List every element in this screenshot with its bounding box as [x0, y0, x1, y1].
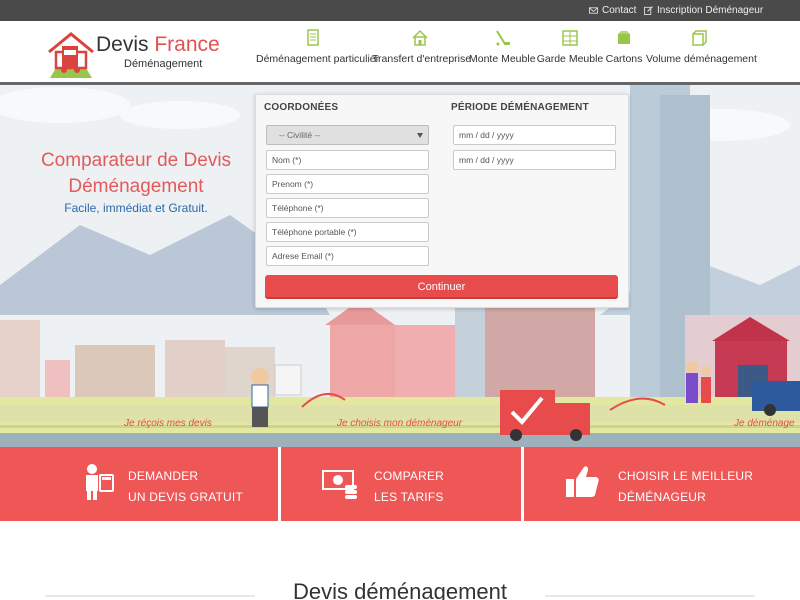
feature-text: COMPARER LES TARIFS	[374, 469, 445, 504]
inscription-label: Inscription Déménageur	[657, 5, 764, 16]
hero: Comparateur de Devis Déménagement Facile…	[0, 85, 800, 447]
nav-demenagement-particulier[interactable]: Déménagement particulier	[256, 27, 380, 67]
header: Devis France Déménagement Déménagement p…	[0, 21, 800, 83]
hero-subtitle: Facile, immédiat et Gratuit.	[64, 201, 208, 215]
top-bar: Contact Inscription Déménageur	[0, 0, 800, 21]
nav-label: Transfert d'entreprise	[372, 53, 472, 65]
logo-title-devis: Devis	[96, 33, 155, 56]
feature-choisir-demenageur[interactable]: CHOISIR LE MEILLEUR DÉMÉNAGEUR	[524, 447, 800, 521]
nav-monte-meuble[interactable]: Monte Meuble	[469, 27, 536, 67]
periode-heading: PÉRIODE DÉMÉNAGEMENT	[451, 102, 589, 113]
feature-demander-devis[interactable]: DEMANDER UN DEVIS GRATUIT	[0, 447, 278, 521]
telephone-portable-input[interactable]: Téléphone portable (*)	[266, 222, 429, 242]
nav-cartons[interactable]: Cartons	[604, 27, 644, 67]
coordonnees-heading: COORDONÉES	[264, 102, 339, 113]
house-icon	[412, 29, 428, 46]
storage-icon	[562, 30, 578, 46]
civility-value: -- Civilité --	[279, 130, 321, 140]
email-input[interactable]: Adrese Email (*)	[266, 246, 429, 266]
date-end-input[interactable]: mm / dd / yyyy	[453, 150, 616, 170]
lift-icon	[496, 30, 510, 46]
prenom-input[interactable]: Prenom (*)	[266, 174, 429, 194]
road-text-choisis: Je choisis mon déménageur	[337, 418, 463, 429]
nav-transfert-entreprise[interactable]: Transfert d'entreprise	[372, 27, 472, 67]
contact-label: Contact	[602, 5, 637, 16]
nav-label: Déménagement particulier	[256, 53, 380, 65]
logo-title: Devis France	[96, 33, 220, 57]
civility-select[interactable]: -- Civilité --	[266, 125, 429, 145]
money-icon	[322, 470, 357, 499]
feature-comparer-tarifs[interactable]: COMPARER LES TARIFS	[281, 447, 521, 521]
quote-form: COORDONÉES PÉRIODE DÉMÉNAGEMENT -- Civil…	[255, 94, 629, 308]
logo-subtitle: Déménagement	[124, 58, 203, 70]
chevron-down-icon	[417, 133, 423, 138]
cube-icon	[692, 30, 707, 46]
document-icon	[307, 29, 319, 46]
logo-title-france: France	[154, 33, 220, 56]
thumbs-up-icon	[566, 466, 599, 497]
nom-input[interactable]: Nom (*)	[266, 150, 429, 170]
box-icon	[618, 31, 630, 44]
road-text-demenage: Je déménage	[734, 418, 795, 429]
feature-text: DEMANDER UN DEVIS GRATUIT	[128, 469, 243, 504]
road-text-recois: Je réçois mes devis	[124, 418, 212, 429]
logo-house-icon	[48, 32, 94, 78]
nav-garde-meuble[interactable]: Garde Meuble	[536, 27, 604, 67]
nav-volume-demenagement[interactable]: Volume déménagement	[646, 27, 757, 67]
nav-label: Volume déménagement	[646, 53, 757, 65]
logo[interactable]: Devis France Déménagement	[46, 32, 220, 80]
feature-text: CHOISIR LE MEILLEUR DÉMÉNAGEUR	[618, 469, 754, 504]
section-title: Devis déménagement	[292, 579, 507, 600]
telephone-input[interactable]: Téléphone (*)	[266, 198, 429, 218]
nav-label: Garde Meuble	[536, 53, 604, 65]
nav-label: Monte Meuble	[469, 53, 536, 65]
man-calculator-icon	[86, 464, 114, 500]
contact-link[interactable]: Contact	[589, 0, 636, 21]
hero-title: Comparateur de Devis Déménagement	[40, 150, 232, 197]
features-band: DEMANDER UN DEVIS GRATUIT COMPARER LES T…	[0, 447, 800, 521]
nav-label: Cartons	[605, 53, 643, 65]
envelope-icon	[589, 7, 598, 14]
inscription-demenageur-link[interactable]: Inscription Déménageur	[644, 0, 763, 21]
continuer-button[interactable]: Continuer	[265, 275, 618, 299]
date-start-input[interactable]: mm / dd / yyyy	[453, 125, 616, 145]
edit-icon	[644, 6, 653, 15]
